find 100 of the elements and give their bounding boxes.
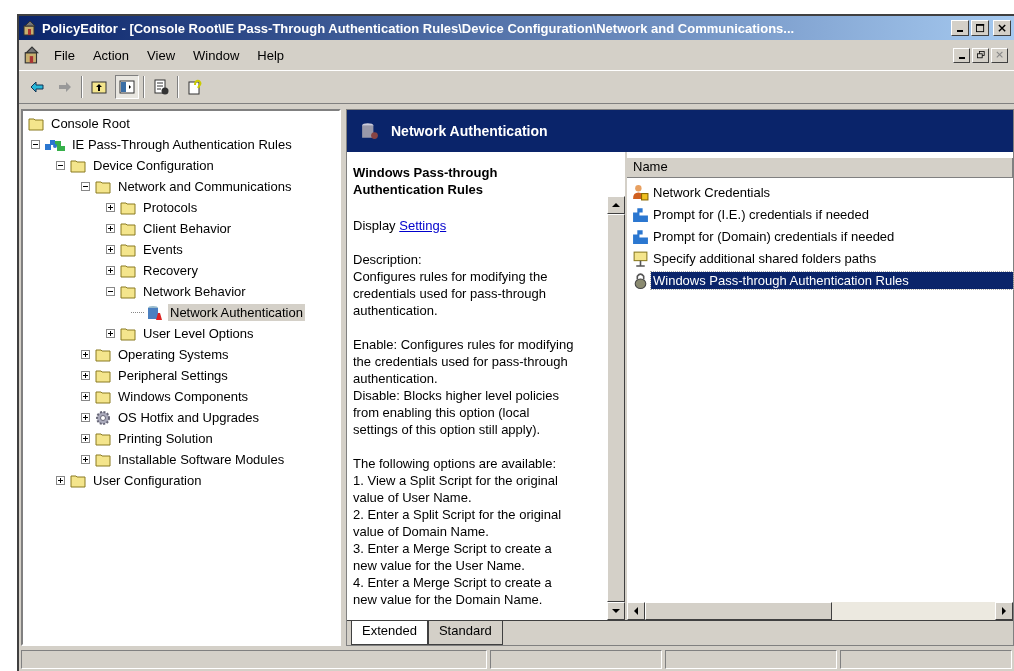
maximize-button[interactable] xyxy=(971,20,989,36)
menu-item[interactable]: Window xyxy=(186,45,247,65)
expand-toggle[interactable] xyxy=(81,434,90,443)
tree-item[interactable]: Client Behavior xyxy=(141,220,234,237)
tree-item[interactable]: Protocols xyxy=(141,199,200,216)
menu-item[interactable]: File xyxy=(47,45,82,65)
display-label: Display xyxy=(353,218,396,233)
users-icon xyxy=(632,183,649,201)
tree-item[interactable]: User Configuration xyxy=(91,472,204,489)
plus-icon xyxy=(106,329,115,338)
plus-icon xyxy=(81,392,90,401)
tree-item[interactable]: Installable Software Modules xyxy=(116,451,287,468)
tree-item[interactable]: Network and Communications xyxy=(116,178,294,195)
tree-item[interactable]: Device Configuration xyxy=(91,157,216,174)
minus-icon xyxy=(31,140,40,149)
minimize-button[interactable] xyxy=(953,47,970,63)
close-button[interactable] xyxy=(993,20,1011,36)
section-title: Network Authentication xyxy=(391,123,548,139)
expand-toggle[interactable] xyxy=(106,245,115,254)
folder-icon xyxy=(94,451,112,468)
close-button[interactable] xyxy=(991,47,1008,63)
collapse-toggle[interactable] xyxy=(56,161,65,170)
expand-toggle[interactable] xyxy=(106,266,115,275)
collapse-toggle[interactable] xyxy=(31,140,40,149)
expand-toggle[interactable] xyxy=(81,350,90,359)
up-folder-icon xyxy=(91,79,107,95)
plus-icon xyxy=(81,455,90,464)
tree-item[interactable]: Recovery xyxy=(141,262,200,279)
list-item[interactable]: Windows Pass-through Authentication Rules xyxy=(651,271,1013,289)
close-icon xyxy=(995,51,1004,59)
tree-item[interactable]: Operating Systems xyxy=(116,346,231,363)
vertical-scrollbar[interactable] xyxy=(607,196,625,620)
folder-icon xyxy=(119,220,137,237)
policy-icon xyxy=(361,122,379,140)
expand-toggle[interactable] xyxy=(106,203,115,212)
expand-toggle[interactable] xyxy=(106,224,115,233)
expand-toggle[interactable] xyxy=(81,455,90,464)
lock-icon xyxy=(632,271,649,289)
column-header[interactable]: Name xyxy=(627,158,1013,177)
minimize-icon xyxy=(957,30,963,32)
menu-item[interactable]: View xyxy=(140,45,183,65)
app-icon xyxy=(23,46,41,64)
shared-folder-icon xyxy=(632,249,649,267)
view-tab[interactable]: Extended xyxy=(351,621,428,645)
tree-item[interactable]: Network Behavior xyxy=(141,283,248,300)
menu-item[interactable]: Help xyxy=(250,45,292,65)
tree-item[interactable]: Windows Components xyxy=(116,388,251,405)
tree-item[interactable]: Events xyxy=(141,241,185,258)
gear-icon xyxy=(94,409,112,426)
expand-toggle[interactable] xyxy=(81,413,90,422)
folder-icon xyxy=(69,472,87,489)
minus-icon xyxy=(56,161,65,170)
tree-item[interactable]: Peripheral Settings xyxy=(116,367,230,384)
minimize-icon xyxy=(958,57,965,59)
plus-icon xyxy=(106,224,115,233)
expand-toggle[interactable] xyxy=(81,371,90,380)
description-title: Windows Pass-through Authentication Rules xyxy=(353,164,499,198)
folder-icon xyxy=(94,388,112,405)
document-icon xyxy=(153,79,169,95)
plus-icon xyxy=(81,350,90,359)
folder-icon xyxy=(69,157,87,174)
tree-item[interactable]: IE Pass-Through Authentication Rules xyxy=(70,136,294,153)
restore-button[interactable] xyxy=(972,47,989,63)
list-item[interactable]: Prompt for (I.E.) credentials if needed xyxy=(651,205,872,223)
settings-link[interactable]: Settings xyxy=(399,218,447,233)
folder-icon xyxy=(119,199,137,216)
folder-icon xyxy=(94,178,112,195)
help-icon xyxy=(187,79,203,95)
policy-icon xyxy=(146,304,164,321)
plus-icon xyxy=(81,434,90,443)
expand-toggle[interactable] xyxy=(56,476,65,485)
tree-item[interactable]: Printing Solution xyxy=(116,430,215,447)
folder-icon xyxy=(94,367,112,384)
back-arrow-icon xyxy=(29,79,45,95)
list-item[interactable]: Specify additional shared folders paths xyxy=(651,249,879,267)
horizontal-scrollbar[interactable] xyxy=(627,602,1013,620)
list-item[interactable]: Prompt for (Domain) credentials if needed xyxy=(651,227,897,245)
tree-item[interactable]: Network Authentication xyxy=(168,304,305,321)
minimize-button[interactable] xyxy=(951,20,969,36)
arrow-left-icon xyxy=(632,607,640,615)
folder-icon xyxy=(119,325,137,342)
list-item[interactable]: Network Credentials xyxy=(651,183,773,201)
expand-toggle[interactable] xyxy=(81,392,90,401)
tree-item[interactable]: Console Root xyxy=(49,115,132,132)
collapse-toggle[interactable] xyxy=(106,287,115,296)
tree-item[interactable]: OS Hotfix and Upgrades xyxy=(116,409,261,426)
plus-icon xyxy=(106,245,115,254)
folder-icon xyxy=(119,241,137,258)
expand-toggle[interactable] xyxy=(106,329,115,338)
close-icon xyxy=(997,23,1007,33)
description-text: The following options are available: 1. View a Split Script for the original value of User Name. 2. Enter a Split Script for the original value of Domain Name. 3. Enter a Merge Script to create a new value for the User Name. 4. Enter a Merge Script to create a new value for the Domain Name. xyxy=(353,455,563,608)
arrow-up-icon xyxy=(612,201,620,209)
folder-icon xyxy=(27,115,45,132)
view-tab[interactable]: Standard xyxy=(427,621,503,645)
menu-item[interactable]: Action xyxy=(85,45,137,65)
tree-toggle-button[interactable] xyxy=(115,75,139,99)
collapse-toggle[interactable] xyxy=(81,182,90,191)
maximize-icon xyxy=(975,23,985,33)
restore-icon xyxy=(976,51,985,59)
tree-item[interactable]: User Level Options xyxy=(141,325,256,342)
